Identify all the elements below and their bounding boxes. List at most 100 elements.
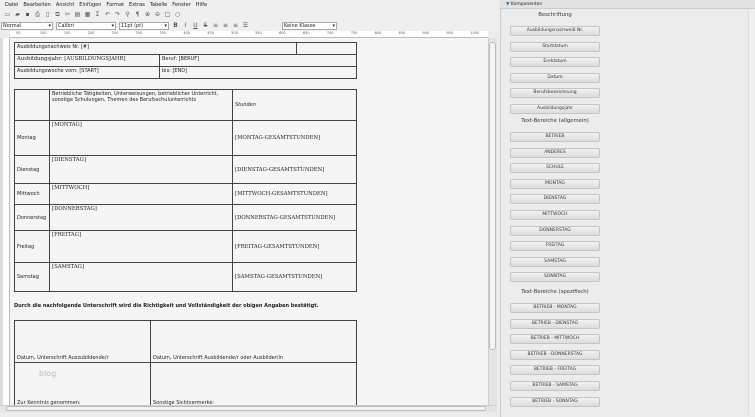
day-hours-cell[interactable]: [FREITAG-GESAMTSTUNDEN] [232,230,357,263]
ruler-tick: 900 [422,31,430,35]
component-button[interactable]: BETRIEB - DIENSTAG [510,318,600,329]
day-content-cell[interactable]: [FREITAG] [49,230,233,263]
bold-icon[interactable]: B [172,22,179,29]
vertical-scroll-thumb[interactable] [489,42,496,350]
component-button[interactable]: BETRIEB - DONNERSTAG [510,349,600,360]
beruf-cell[interactable]: Beruf: [BERUF] [159,54,357,67]
style-select[interactable]: Normal [1,21,53,30]
horizontal-scroll-thumb[interactable] [6,406,486,411]
table-icon[interactable]: ▦ [84,11,91,18]
component-button[interactable]: Datum [510,72,600,83]
sonstige-cell[interactable]: Sonstige Sichtvermerke: [150,362,357,408]
component-button[interactable]: MITTWOCH [510,210,600,220]
component-button[interactable]: BETRIEB - FREITAG [510,365,600,376]
day-content-cell[interactable]: [DIENSTAG] [49,155,233,184]
component-button[interactable]: BETRIEB - MITTWOCH [510,334,600,345]
preview-icon[interactable]: ▯ [44,11,51,18]
list-icon[interactable]: ☰ [242,22,249,29]
rectangle-icon[interactable]: □ [164,11,171,18]
size-select[interactable]: 11pt (pt) [119,21,169,30]
sum-icon[interactable]: Σ [94,11,101,18]
panel-title: Komponenten [510,2,543,7]
menu-datei[interactable]: Datei [5,2,18,8]
save-icon[interactable]: ▪ [24,11,31,18]
day-label-cell[interactable]: Freitag [14,230,50,263]
zoom-out-icon[interactable]: ⊖ [154,11,161,18]
day-label-cell[interactable]: Donnerstag [14,204,50,231]
day-hours-cell[interactable]: [DIENSTAG-GESAMTSTUNDEN] [232,155,357,184]
component-button[interactable]: SONNTAG [510,272,600,283]
italic-icon[interactable]: I [182,22,189,29]
component-button[interactable]: DIENSTAG [510,194,600,205]
component-button[interactable]: BETRIEB - SONNTAG [510,396,600,407]
align-center-icon[interactable]: ≡ [222,22,229,29]
component-button[interactable]: BETRIEB - SAMSTAG [510,381,600,391]
day-hours-cell[interactable]: [MONTAG-GESAMTSTUNDEN] [232,120,357,156]
strikethrough-icon[interactable]: S [202,22,209,29]
open-icon[interactable]: ▰ [14,11,21,18]
component-button[interactable]: ANDERES [510,147,600,158]
find-icon[interactable]: ⚲ [124,11,131,18]
day-hours-cell[interactable]: [DONNERSTAG-GESAMTSTUNDEN] [232,204,357,231]
day-label-cell[interactable]: Montag [14,120,50,156]
cut-icon[interactable]: ✂ [64,11,71,18]
day-label-cell[interactable]: Samstag [14,262,50,292]
day-content-cell[interactable]: [DONNERSTAG] [49,204,233,231]
component-button[interactable]: SAMSTAG [510,256,600,267]
day-row: Donnerstag [DONNERSTAG] [DONNERSTAG-GESAMT… [14,204,357,231]
sig-trainee-cell[interactable]: Datum, Unterschrift Auszubildende/r [14,320,151,363]
day-hours-cell[interactable]: [MITTWOCH-GESAMTSTUNDEN] [232,183,357,205]
component-button[interactable]: BETRIEB [510,132,600,142]
circle-icon[interactable]: ○ [174,11,181,18]
menu-tabelle[interactable]: Tabelle [150,2,167,8]
component-button[interactable]: FREITAG [510,241,600,252]
nr-cell[interactable]: Ausbildungsnachweis Nr. [#] [14,42,297,55]
ruler-tick: 200 [87,31,95,35]
menu-ansicht[interactable]: Ansicht [56,2,74,8]
menu-bearbeiten[interactable]: Bearbeiten [23,2,50,8]
redo-icon[interactable]: ↷ [114,11,121,18]
component-button[interactable]: MONTAG [510,178,600,189]
component-button[interactable]: DONNERSTAG [510,225,600,236]
panel-header[interactable]: ▼ Komponenten [500,0,755,9]
day-hours-cell[interactable]: [SAMSTAG-GESAMTSTUNDEN] [232,262,357,292]
component-button[interactable]: BETRIEB - MONTAG [510,303,600,313]
sig-trainer-cell[interactable]: Datum, Unterschrift Ausbildende/r oder A… [150,320,357,363]
component-button[interactable]: Ausbildungsnachweiß Nr. [510,26,600,36]
underline-icon[interactable]: U [192,22,199,29]
jahr-cell[interactable]: Ausbildungsjahr: [AUSBILDUNGSJAHR] [14,54,160,67]
print-icon[interactable]: ⎙ [34,11,41,18]
component-button[interactable]: Startdatum [510,41,600,52]
menu-format[interactable]: Format [106,2,124,8]
section-label: Text-Bereiche (allgemein) [521,118,589,124]
paste-icon[interactable]: ▤ [74,11,81,18]
panel-scrollbar[interactable] [748,10,754,415]
align-left-icon[interactable]: ≡ [212,22,219,29]
woche-cell[interactable]: Ausbildungswoche vom: [START] [14,66,160,79]
new-icon[interactable]: ▭ [4,11,11,18]
align-right-icon[interactable]: ≡ [232,22,239,29]
menu-hilfe[interactable]: Hilfe [196,2,207,8]
confirmation-text: Durch die nachfolgende Unterschrift wird… [14,303,319,309]
paragraph-icon[interactable]: ¶ [134,11,141,18]
class-select[interactable]: Keine Klasse [282,21,337,30]
menu-einfügen[interactable]: Einfügen [79,2,101,8]
font-select[interactable]: Calibri [56,21,116,30]
menu-fenster[interactable]: Fenster [172,2,191,8]
ruler-tick: 50 [16,31,21,35]
component-button[interactable]: Enddatum [510,57,600,68]
copy-icon[interactable]: ⧉ [54,11,61,18]
undo-icon[interactable]: ↶ [104,11,111,18]
component-button[interactable]: Berufsbezeichnung [510,88,600,99]
component-button[interactable]: Ausbildungsjahr [510,104,600,114]
day-label-cell[interactable]: Dienstag [14,155,50,184]
day-content-cell[interactable]: [MITTWOCH] [49,183,233,205]
menu-extras[interactable]: Extras [129,2,145,8]
day-content-cell[interactable]: [SAMSTAG] [49,262,233,292]
bis-cell[interactable]: bis: [END] [159,66,357,79]
day-content-cell[interactable]: [MONTAG] [49,120,233,156]
kenntnis-cell[interactable]: blog Zur Kenntnis genommen: [14,362,151,408]
day-label-cell[interactable]: Mittwoch [14,183,50,205]
component-button[interactable]: SCHULE [510,163,600,174]
zoom-in-icon[interactable]: ⊕ [144,11,151,18]
